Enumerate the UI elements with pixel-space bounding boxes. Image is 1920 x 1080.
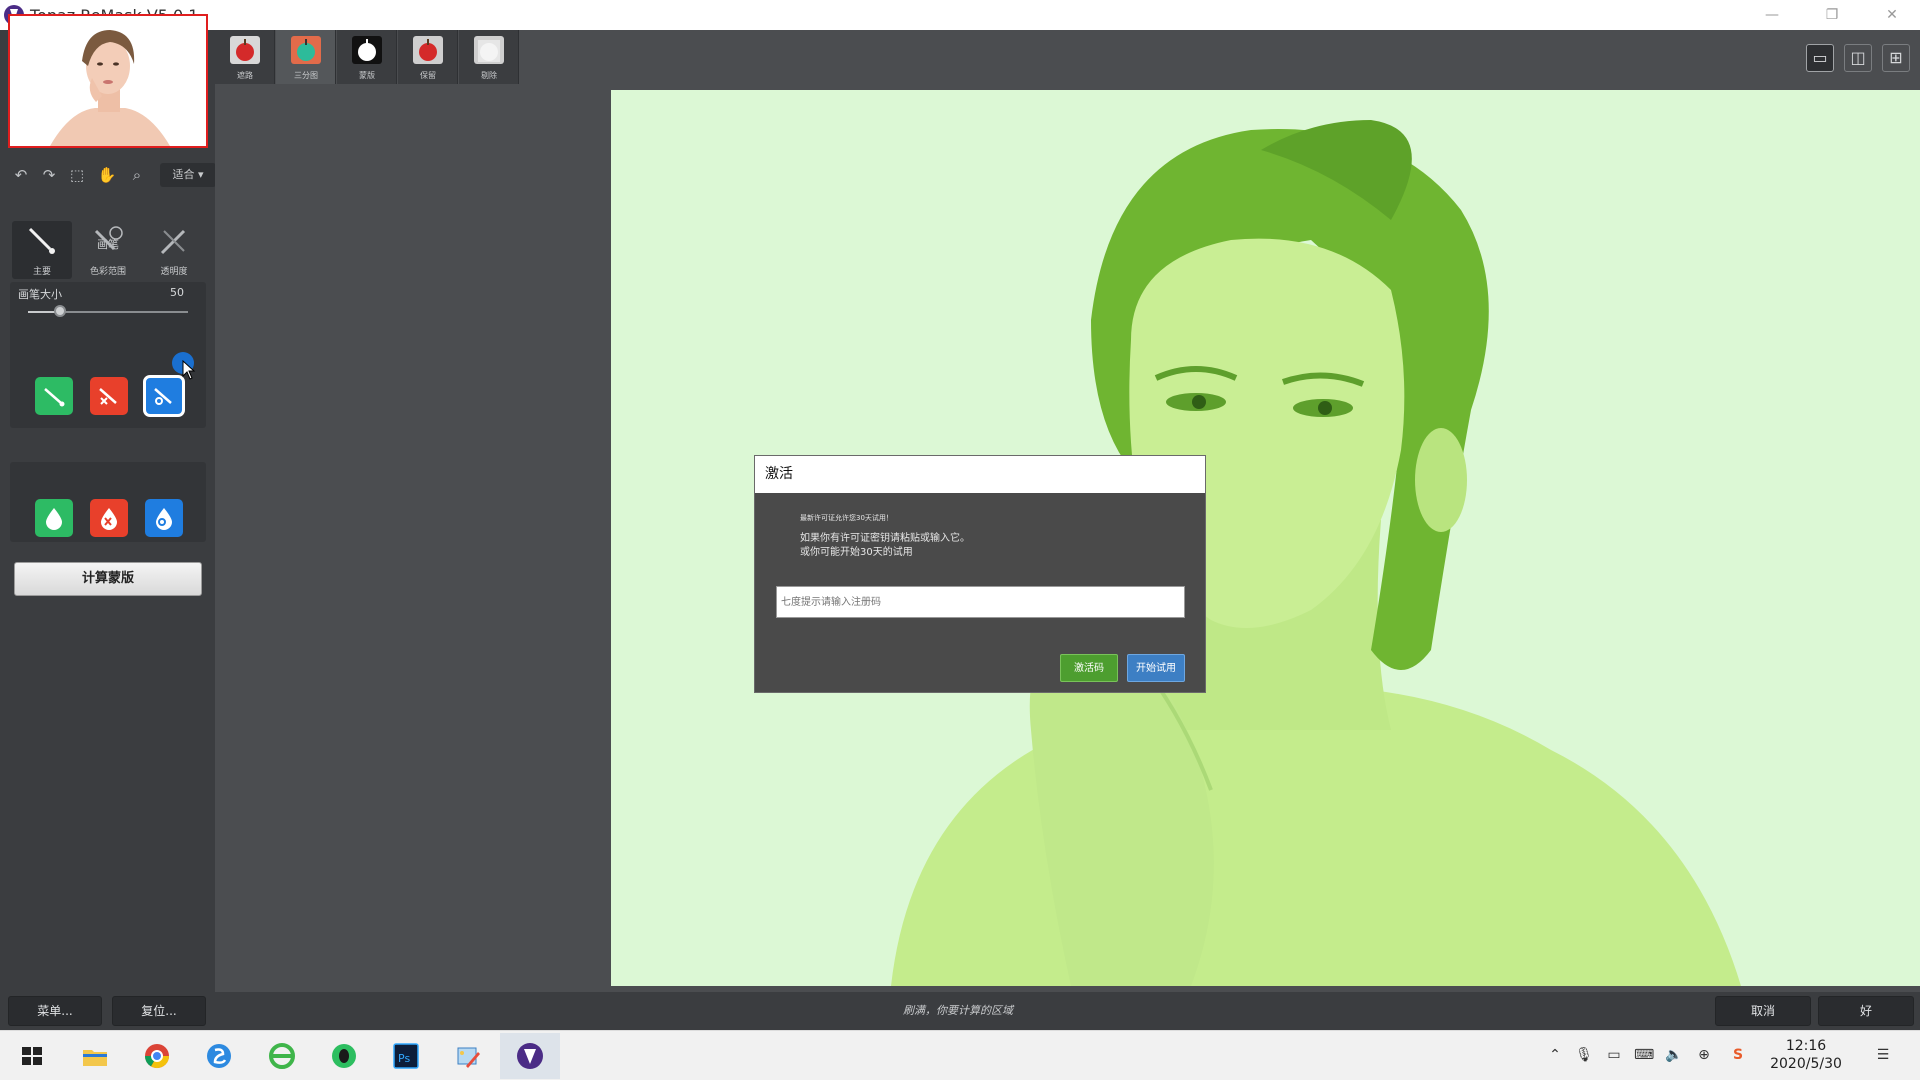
compute-fill-drop-icon: [156, 508, 172, 530]
tab-mask[interactable]: 蒙版: [337, 30, 397, 84]
chrome-browser-icon[interactable]: [141, 1040, 173, 1072]
navigator-thumbnail[interactable]: [8, 14, 208, 148]
tab-trimap[interactable]: 三分图: [276, 30, 336, 84]
brush-primary-tool[interactable]: 主要: [12, 221, 72, 279]
tab-label: 剔除: [481, 71, 497, 80]
microphone-icon[interactable]: 🎙: [1574, 1047, 1594, 1063]
reset-button[interactable]: 复位...: [112, 996, 206, 1026]
brush-size-slider-handle[interactable]: [54, 305, 66, 317]
topaz-app-icon[interactable]: [514, 1040, 546, 1072]
apple-mask-icon: [352, 36, 382, 64]
apple-original-icon: [230, 36, 260, 64]
tab-label: 三分图: [294, 71, 318, 80]
restore-button[interactable]: ❐: [1817, 4, 1847, 26]
keep-fill-button[interactable]: [35, 499, 73, 537]
tab-label: 蒙版: [359, 71, 375, 80]
cancel-button[interactable]: 取消: [1715, 996, 1811, 1026]
tray-overflow-chevron-icon[interactable]: ⌃: [1545, 1047, 1565, 1063]
keep-brush-button[interactable]: [35, 377, 73, 415]
activation-dialog: 激活 最新许可证允许您30天试用！ 如果你有许可证密钥请粘贴或输入它。 或你可能…: [754, 455, 1206, 693]
split-view-layout-button[interactable]: ◫: [1844, 44, 1872, 72]
title-bar: Topaz ReMask V5.0.1 — ❐ ✕: [0, 0, 1920, 30]
cut-fill-button[interactable]: [90, 499, 128, 537]
view-tool-row: ↶ ↷ ⬚ ✋ ⌕ 适合 ▾: [8, 163, 216, 187]
brush-label: 透明度: [160, 267, 188, 277]
tab-label: 保留: [420, 71, 436, 80]
brush-color-range-tool[interactable]: 色彩范围: [78, 221, 138, 279]
apple-trimap-icon: [291, 36, 321, 64]
brush-size-label: 画笔大小: [18, 288, 62, 301]
compute-mask-button[interactable]: 计算蒙版: [14, 562, 202, 596]
apple-keep-icon: [413, 36, 443, 64]
tab-original[interactable]: 遮路: [215, 30, 275, 84]
color-range-brush-icon: [94, 226, 123, 251]
keep-brush-icon: [44, 388, 65, 407]
cut-brush-icon: [99, 388, 117, 405]
keep-fill-drop-icon: [46, 508, 62, 530]
brush-transparency-tool[interactable]: 透明度: [144, 221, 204, 279]
status-hint: 刷满，你要计算的区域: [903, 1004, 1013, 1017]
ok-button[interactable]: 好: [1818, 996, 1914, 1026]
brush-label: 主要: [32, 267, 51, 277]
ie-browser-icon[interactable]: [266, 1040, 298, 1072]
clock-date: 2020/5/30: [1770, 1056, 1842, 1072]
compute-fill-button[interactable]: [145, 499, 183, 537]
tab-keep[interactable]: 保留: [398, 30, 458, 84]
paint-app-icon[interactable]: [452, 1040, 484, 1072]
dialog-license-instructions: 如果你有许可证密钥请粘贴或输入它。: [800, 533, 970, 544]
redo-icon[interactable]: ↷: [38, 165, 60, 185]
bottom-action-bar: 菜单... 复位... 刷满，你要计算的区域 取消 好: [0, 992, 1920, 1030]
tab-label: 遮路: [237, 71, 253, 80]
photoshop-icon[interactable]: Ps: [390, 1040, 422, 1072]
marquee-select-icon[interactable]: ⬚: [66, 165, 88, 185]
compute-brush-button[interactable]: [143, 375, 185, 417]
single-view-layout-button[interactable]: ▭: [1806, 44, 1834, 72]
license-key-input[interactable]: [776, 586, 1185, 618]
brush-label: 色彩范围: [89, 267, 126, 277]
cut-fill-drop-icon: [101, 508, 117, 530]
minimize-button[interactable]: —: [1757, 4, 1787, 26]
dialog-title: 激活: [755, 456, 1205, 493]
undo-icon[interactable]: ↶: [10, 165, 32, 185]
evernote-icon[interactable]: [328, 1040, 360, 1072]
sogou-browser-icon[interactable]: [203, 1040, 235, 1072]
primary-brush-icon: [28, 227, 55, 254]
quad-view-layout-button[interactable]: ⊞: [1882, 44, 1910, 72]
sogou-input-icon[interactable]: S: [1728, 1047, 1748, 1063]
view-toolbar: 遮路 三分图 蒙版 保留 剔除 ▭ ◫ ⊞: [215, 30, 1920, 84]
hand-pan-icon[interactable]: ✋: [96, 165, 118, 185]
notification-center-icon[interactable]: ☰: [1873, 1047, 1893, 1063]
menu-button[interactable]: 菜单...: [8, 996, 102, 1026]
apple-remove-icon: [474, 36, 504, 64]
transparency-brush-icon: [160, 229, 186, 255]
zoom-select[interactable]: 适合 ▾: [160, 163, 216, 187]
svg-text:Ps: Ps: [398, 1052, 410, 1065]
compute-brush-icon: [154, 388, 172, 405]
clock-time: 12:16: [1785, 1038, 1827, 1054]
tab-remove[interactable]: 剔除: [459, 30, 519, 84]
battery-icon[interactable]: ▭: [1604, 1047, 1624, 1063]
windows-taskbar: Ps ⌃ 🎙 ▭ ⌨ 🔈 ⊕ S 12:16 2020/5/30 ☰: [0, 1030, 1920, 1080]
start-trial-button[interactable]: 开始试用: [1127, 654, 1185, 682]
cut-brush-button[interactable]: [90, 377, 128, 415]
dialog-trial-instructions: 或你可能开始30天的试用: [800, 547, 913, 558]
windows-start-icon[interactable]: [16, 1040, 48, 1072]
input-method-icon[interactable]: ⊕: [1694, 1047, 1714, 1063]
system-clock[interactable]: 12:16 2020/5/30: [1763, 1037, 1849, 1073]
brush-size-value: 50: [170, 286, 184, 299]
zoom-magnifier-icon[interactable]: ⌕: [126, 165, 148, 185]
close-button[interactable]: ✕: [1877, 4, 1907, 26]
network-icon[interactable]: ⌨: [1634, 1047, 1654, 1063]
activate-button[interactable]: 激活码: [1060, 654, 1118, 682]
mouse-pointer-icon: [182, 360, 196, 380]
file-explorer-icon[interactable]: [79, 1040, 111, 1072]
thumbnail-portrait-image: [10, 16, 206, 146]
volume-icon[interactable]: 🔈: [1664, 1047, 1684, 1063]
dialog-trial-note: 最新许可证允许您30天试用！: [800, 514, 893, 522]
